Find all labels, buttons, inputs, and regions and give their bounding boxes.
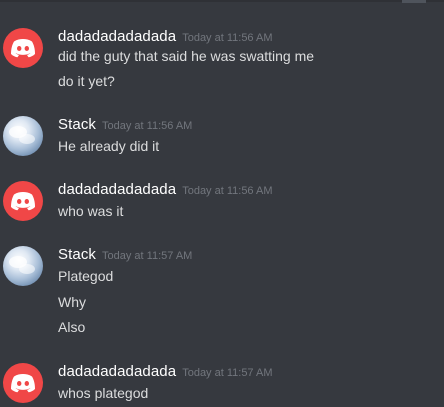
username[interactable]: dadadadadadada — [58, 363, 176, 380]
message-text: whos plategod — [58, 385, 149, 401]
message-text: He already did it — [58, 138, 160, 154]
message-text: Also — [58, 319, 86, 335]
username[interactable]: Stack — [58, 116, 96, 133]
timestamp: Today at 11:57 AM — [102, 250, 193, 262]
discord-logo-icon[interactable] — [3, 363, 43, 403]
chat-log: dadadadadadada Today at 11:56 AM did the … — [0, 0, 444, 407]
message-header: dadadadadadada Today at 11:57 AM — [58, 363, 273, 381]
discord-logo-icon[interactable] — [3, 28, 43, 68]
username[interactable]: dadadadadadada — [58, 181, 176, 198]
sky-avatar[interactable] — [3, 116, 43, 156]
username[interactable]: Stack — [58, 246, 96, 263]
scroll-indicator — [402, 0, 426, 3]
username[interactable]: dadadadadadada — [58, 28, 176, 45]
message-text: Plategod — [58, 268, 114, 284]
timestamp: Today at 11:56 AM — [182, 185, 273, 197]
sky-avatar[interactable] — [3, 246, 43, 286]
timestamp: Today at 11:57 AM — [182, 367, 273, 379]
message-header: Stack Today at 11:57 AM — [58, 246, 192, 264]
timestamp: Today at 11:56 AM — [182, 32, 273, 44]
message-text: Why — [58, 294, 86, 310]
message-text: do it yet? — [58, 73, 115, 89]
top-divider — [0, 0, 444, 2]
message-header: dadadadadadada Today at 11:56 AM — [58, 181, 273, 199]
message-header: dadadadadadada Today at 11:56 AM — [58, 28, 273, 46]
message-header: Stack Today at 11:56 AM — [58, 116, 192, 134]
message-text: did the guty that said he was swatting m… — [58, 48, 315, 64]
message-text: who was it — [58, 203, 124, 219]
timestamp: Today at 11:56 AM — [102, 120, 193, 132]
discord-logo-icon[interactable] — [3, 181, 43, 221]
